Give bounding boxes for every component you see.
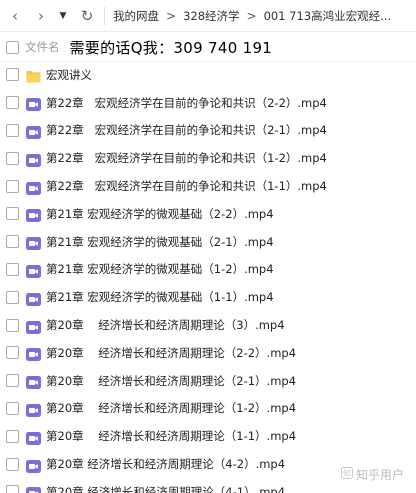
video-file-icon [26,485,41,493]
row-checkbox[interactable] [6,318,19,332]
row-checkbox[interactable] [6,346,19,360]
file-name[interactable]: 第20章 经济增长和经济周期理论（1-1）.mp4 [46,428,296,444]
file-row[interactable]: 第22章 宏观经济学在目前的争论和共识（1-1）.mp4 [0,172,416,200]
row-checkbox[interactable] [6,485,19,493]
breadcrumb-item-current-folder[interactable]: 001 713高鸿业宏观经... [264,8,392,24]
forward-arrow-icon: › [38,6,44,25]
file-row[interactable]: 第22章 宏观经济学在目前的争论和共识（2-2）.mp4 [0,89,416,117]
folder-row[interactable]: 宏观讲义 [0,61,416,89]
file-name[interactable]: 第20章 经济增长和经济周期理论（3）.mp4 [46,317,285,333]
contact-overlay-text: 需要的话Q我：309 740 191 [69,38,273,57]
file-name[interactable]: 第21章 宏观经济学的微观基础（2-2）.mp4 [46,206,274,222]
video-file-icon [26,402,41,417]
file-name[interactable]: 第20章 经济增长和经济周期理论（2-1）.mp4 [46,373,296,389]
file-row[interactable]: 第21章 宏观经济学的微观基础（2-2）.mp4 [0,200,416,228]
filename-column-header[interactable]: 文件名 [25,39,60,55]
row-checkbox[interactable] [6,96,19,110]
back-arrow-icon: ‹ [12,6,18,25]
row-checkbox[interactable] [6,179,19,193]
file-name[interactable]: 第22章 宏观经济学在目前的争论和共识（2-1）.mp4 [46,122,327,138]
toolbar-divider [104,6,105,25]
folder-icon [26,68,41,83]
file-list: 宏观讲义第22章 宏观经济学在目前的争论和共识（2-2）.mp4 第22章 宏观经… [0,61,416,493]
refresh-button[interactable]: ↻ [72,0,102,32]
breadcrumb-item-economics[interactable]: 328经济学 [183,8,239,24]
breadcrumb-item-my-drive[interactable]: 我的网盘 [113,8,159,24]
chevron-down-icon: ▼ [59,10,67,21]
video-file-icon [26,124,41,139]
file-row[interactable]: 第20章 经济增长和经济周期理论（2-2）.mp4 [0,339,416,367]
file-name[interactable]: 第21章 宏观经济学的微观基础（1-1）.mp4 [46,289,274,305]
video-file-icon [26,319,41,334]
refresh-icon: ↻ [80,6,94,25]
row-checkbox[interactable] [6,235,19,249]
file-name[interactable]: 第22章 宏观经济学在目前的争论和共识（1-2）.mp4 [46,150,327,166]
video-file-icon [26,96,41,112]
select-all-checkbox[interactable] [6,40,19,54]
file-row[interactable]: 第22章 宏观经济学在目前的争论和共识（2-1）.mp4 [0,117,416,145]
row-checkbox[interactable] [6,207,19,221]
file-row[interactable]: 第20章 经济增长和经济周期理论（1-1）.mp4 [0,422,416,450]
file-name[interactable]: 第20章 经济增长和经济周期理论（2-2）.mp4 [46,345,296,361]
row-checkbox[interactable] [6,457,19,471]
file-name[interactable]: 第20章 经济增长和经济周期理论（4-1）.mp4 [46,484,285,493]
video-file-icon [26,458,41,473]
row-checkbox[interactable] [6,374,19,388]
row-checkbox[interactable] [6,429,19,443]
row-checkbox[interactable] [6,68,19,82]
video-file-icon [26,235,41,251]
video-file-icon [26,152,41,167]
file-row[interactable]: 第22章 宏观经济学在目前的争论和共识（1-2）.mp4 [0,144,416,172]
video-file-icon [26,291,41,306]
history-dropdown-button[interactable]: ▼ [54,0,72,32]
breadcrumb-separator-icon: > [246,8,257,23]
file-row[interactable]: 第20章 经济增长和经济周期理论（1-2）.mp4 [0,395,416,423]
row-checkbox[interactable] [6,401,19,415]
row-checkbox[interactable] [6,151,19,165]
zhihu-icon: 知 [340,467,353,482]
file-list-header: 文件名 需要的话Q我：309 740 191 [0,34,416,60]
file-row[interactable]: 第21章 宏观经济学的微观基础（1-2）.mp4 [0,256,416,284]
watermark: 知 知乎用户 [340,466,404,483]
back-button[interactable]: ‹ [2,0,28,32]
file-row[interactable]: 第20章 经济增长和经济周期理论（3）.mp4 [0,311,416,339]
video-file-icon [26,374,41,390]
row-checkbox[interactable] [6,290,19,304]
file-name[interactable]: 第20章 经济增长和经济周期理论（4-2）.mp4 [46,456,285,472]
video-file-icon [26,263,41,278]
file-row[interactable]: 第21章 宏观经济学的微观基础（2-1）.mp4 [0,228,416,256]
forward-button[interactable]: › [28,0,54,32]
row-checkbox[interactable] [6,262,19,276]
file-name[interactable]: 第20章 经济增长和经济周期理论（1-2）.mp4 [46,400,296,416]
file-name[interactable]: 第21章 宏观经济学的微观基础（1-2）.mp4 [46,261,274,277]
navigation-toolbar: ‹ › ▼ ↻ 我的网盘 > 328经济学 > 001 713高鸿业宏观经... [0,0,416,32]
video-file-icon [26,207,41,223]
video-file-icon [26,346,41,362]
file-row[interactable]: 第20章 经济增长和经济周期理论（2-1）.mp4 [0,367,416,395]
row-checkbox[interactable] [6,123,19,137]
file-name[interactable]: 第22章 宏观经济学在目前的争论和共识（1-1）.mp4 [46,178,327,194]
watermark-text: 知乎用户 [355,468,404,482]
breadcrumb: 我的网盘 > 328经济学 > 001 713高鸿业宏观经... [113,8,391,24]
file-row[interactable]: 第21章 宏观经济学的微观基础（1-1）.mp4 [0,283,416,311]
file-name[interactable]: 第21章 宏观经济学的微观基础（2-1）.mp4 [46,234,274,250]
file-name[interactable]: 第22章 宏观经济学在目前的争论和共识（2-2）.mp4 [46,95,327,111]
file-name[interactable]: 宏观讲义 [46,67,92,83]
video-file-icon [26,180,41,195]
svg-text:知: 知 [343,468,351,478]
video-file-icon [26,430,41,445]
breadcrumb-separator-icon: > [166,8,177,23]
